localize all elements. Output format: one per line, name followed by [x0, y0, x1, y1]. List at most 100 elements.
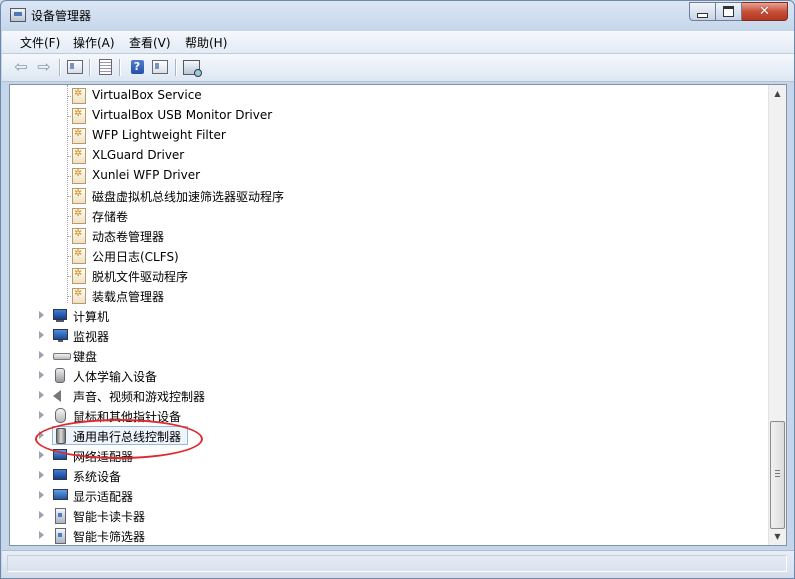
driver-gear-icon	[72, 288, 86, 304]
caption-buttons: ✕	[689, 2, 788, 21]
driver-gear-icon	[72, 88, 86, 104]
menu-file[interactable]: 文件(F)	[18, 34, 62, 51]
tree-item-driver[interactable]: VirtualBox USB Monitor Driver	[10, 106, 770, 126]
tree-item-label: WFP Lightweight Filter	[92, 128, 226, 142]
window-title: 设备管理器	[31, 9, 92, 23]
scrollbar-thumb[interactable]	[770, 421, 785, 529]
tree-item-label: Xunlei WFP Driver	[92, 168, 201, 182]
maximize-icon	[723, 6, 734, 17]
tree-item-driver[interactable]: Xunlei WFP Driver	[10, 166, 770, 186]
driver-gear-icon	[72, 188, 86, 204]
tree-item-driver[interactable]: 动态卷管理器	[10, 226, 770, 246]
menu-help[interactable]: 帮助(H)	[183, 34, 229, 51]
tree-item-category-smart-card-readers[interactable]: 智能卡读卡器	[10, 506, 770, 526]
expand-arrow-icon[interactable]	[39, 331, 44, 339]
forward-button[interactable]: ⇨	[34, 58, 54, 76]
tree-item-category-smart-card-filters[interactable]: 智能卡筛选器	[10, 526, 770, 545]
toolbar-separator	[175, 59, 177, 76]
device-tree-panel[interactable]: VirtualBox Service VirtualBox USB Monito…	[9, 84, 787, 546]
tree-item-driver[interactable]: 存储卷	[10, 206, 770, 226]
smart-card-reader-icon	[55, 508, 66, 524]
expand-arrow-icon[interactable]	[39, 471, 44, 479]
minimize-icon	[697, 13, 708, 18]
expand-arrow-icon[interactable]	[39, 391, 44, 399]
back-button[interactable]: ⇦	[11, 58, 31, 76]
expand-arrow-icon[interactable]	[39, 511, 44, 519]
tree-item-label: 显示适配器	[73, 490, 134, 504]
toolbar: ⇦ ⇨ ?	[2, 54, 794, 82]
minimize-button[interactable]	[689, 2, 716, 21]
expand-arrow-icon[interactable]	[39, 311, 44, 319]
tree-item-label: 脱机文件驱动程序	[92, 270, 189, 284]
expand-arrow-icon[interactable]	[39, 491, 44, 499]
scan-hardware-button[interactable]	[181, 58, 202, 77]
tree-item-label: 装载点管理器	[92, 290, 165, 304]
speaker-icon	[53, 390, 61, 402]
tree-item-label: 动态卷管理器	[92, 230, 165, 244]
tree-item-label: VirtualBox USB Monitor Driver	[92, 108, 273, 122]
tree-item-label: XLGuard Driver	[92, 148, 185, 162]
tree-item-category-computer[interactable]: 计算机	[10, 306, 770, 326]
driver-gear-icon	[72, 248, 86, 264]
keyboard-icon	[53, 353, 71, 360]
tree-item-label: 磁盘虚拟机总线加速筛选器驱动程序	[92, 190, 285, 204]
tree-item-label: 智能卡筛选器	[73, 530, 146, 544]
tree-item-label: 公用日志(CLFS)	[92, 250, 179, 264]
monitor-icon	[53, 329, 68, 342]
computer-icon	[53, 309, 67, 322]
menu-bar: 文件(F) 操作(A) 查看(V) 帮助(H)	[2, 31, 794, 54]
help-icon: ?	[130, 60, 144, 74]
vertical-scrollbar[interactable]: ▲ ▼	[768, 85, 786, 545]
tree-item-label: 计算机	[73, 310, 110, 324]
expand-arrow-icon[interactable]	[39, 451, 44, 459]
expand-arrow-icon[interactable]	[39, 371, 44, 379]
toolbar-separator	[119, 59, 121, 76]
tree-item-label: 智能卡读卡器	[73, 510, 146, 524]
driver-gear-icon	[72, 228, 86, 244]
tree-item-category-keyboards[interactable]: 键盘	[10, 346, 770, 366]
tree-item-label: VirtualBox Service	[92, 88, 202, 102]
scroll-down-button[interactable]: ▼	[769, 528, 786, 545]
tree-item-driver[interactable]: XLGuard Driver	[10, 146, 770, 166]
scroll-up-arrow-icon: ▲	[774, 89, 781, 98]
menu-view[interactable]: 查看(V)	[127, 34, 173, 51]
mouse-icon	[55, 408, 66, 423]
forward-arrow-icon: ⇨	[37, 57, 51, 76]
tree-item-category-monitors[interactable]: 监视器	[10, 326, 770, 346]
tree-item-label: 系统设备	[73, 470, 122, 484]
tree-item-label: 声音、视频和游戏控制器	[73, 390, 206, 404]
driver-gear-icon	[72, 108, 86, 124]
driver-gear-icon	[72, 208, 86, 224]
grip-icon	[775, 470, 780, 477]
tree-item-driver[interactable]: VirtualBox Service	[10, 86, 770, 106]
scroll-up-button[interactable]: ▲	[769, 85, 786, 102]
device-manager-app-icon[interactable]	[10, 8, 26, 22]
close-icon: ✕	[759, 4, 770, 19]
tree-item-label: 人体学输入设备	[73, 370, 158, 384]
maximize-button[interactable]	[716, 2, 742, 21]
title-bar[interactable]: 设备管理器 ✕	[1, 1, 794, 29]
tree-item-driver[interactable]: 公用日志(CLFS)	[10, 246, 770, 266]
properties-button[interactable]	[95, 58, 115, 76]
help-button[interactable]: ?	[127, 58, 147, 76]
tree-item-label: 监视器	[73, 330, 110, 344]
expand-arrow-icon[interactable]	[39, 411, 44, 419]
driver-gear-icon	[72, 148, 86, 164]
tree-item-category-display-adapters[interactable]: 显示适配器	[10, 486, 770, 506]
close-button[interactable]: ✕	[742, 2, 788, 21]
device-tree: VirtualBox Service VirtualBox USB Monito…	[10, 85, 770, 545]
tree-item-driver[interactable]: 脱机文件驱动程序	[10, 266, 770, 286]
display-adapter-icon	[53, 489, 68, 500]
driver-gear-icon	[72, 128, 86, 144]
tree-item-category-hid[interactable]: 人体学输入设备	[10, 366, 770, 386]
expand-arrow-icon[interactable]	[39, 351, 44, 359]
action-pane-button[interactable]	[150, 58, 170, 76]
tree-item-driver[interactable]: 磁盘虚拟机总线加速筛选器驱动程序	[10, 186, 770, 206]
tree-item-category-sound[interactable]: 声音、视频和游戏控制器	[10, 386, 770, 406]
menu-action[interactable]: 操作(A)	[71, 34, 117, 51]
show-hide-console-tree-button[interactable]	[65, 58, 85, 76]
expand-arrow-icon[interactable]	[39, 531, 44, 539]
tree-item-driver[interactable]: WFP Lightweight Filter	[10, 126, 770, 146]
tree-item-category-system-devices[interactable]: 系统设备	[10, 466, 770, 486]
tree-item-driver[interactable]: 装载点管理器	[10, 286, 770, 306]
